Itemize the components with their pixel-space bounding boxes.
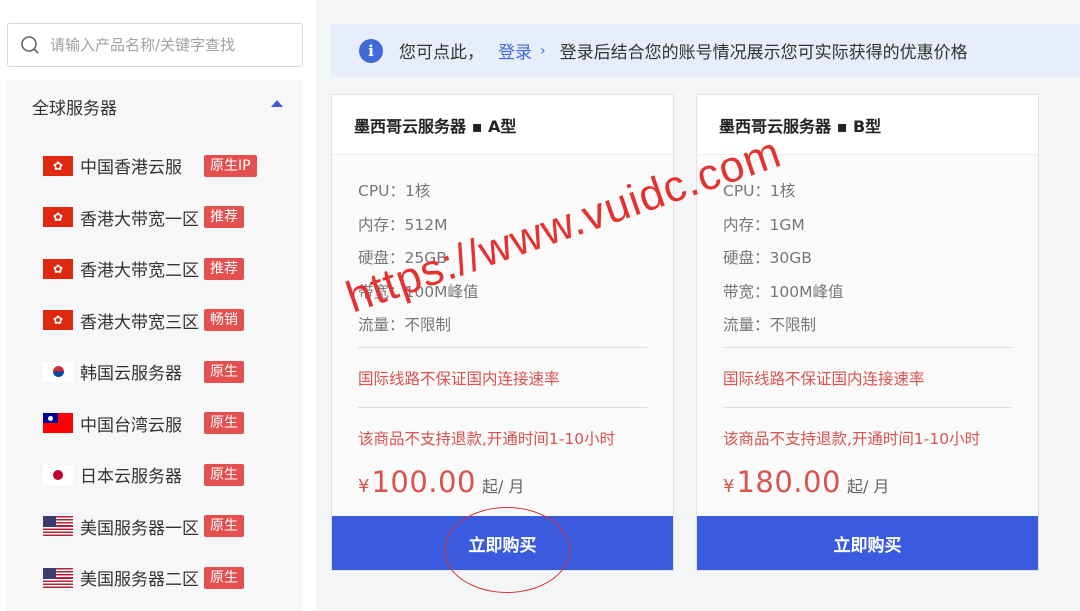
price-amount: 180.00 <box>736 465 841 499</box>
route-warning: 国际线路不保证国内连接速率 <box>358 370 560 388</box>
sidebar-item-badge: 原生 <box>204 360 244 383</box>
sidebar-item-badge: 原生 <box>204 463 244 486</box>
login-link[interactable]: 登录 <box>498 38 532 63</box>
spec-memory: 内存：1GM <box>723 215 805 234</box>
buy-now-button[interactable]: 立即购买 <box>697 516 1038 570</box>
collapse-caret-icon[interactable] <box>271 100 283 107</box>
divider <box>358 347 647 348</box>
price-amount: 100.00 <box>371 465 476 499</box>
spec-bandwidth: 带宽：100M峰值 <box>358 282 479 301</box>
info-icon: i <box>359 38 383 63</box>
sidebar-item-taiwan[interactable]: 中国台湾云服 原生 <box>43 398 283 450</box>
divider <box>723 407 1012 408</box>
price-unit: 起/ 月 <box>846 477 890 496</box>
divider <box>358 407 647 408</box>
sidebar-item-hk-bandwidth-3[interactable]: ✿ 香港大带宽三区 畅销 <box>43 295 283 347</box>
price-unit: 起/ 月 <box>481 477 525 496</box>
refund-notice: 该商品不支持退款,开通时间1-10小时 <box>723 430 981 448</box>
sidebar-item-badge: 推荐 <box>204 206 244 229</box>
spec-disk: 硬盘：25GB <box>358 249 447 267</box>
hong-kong-flag-icon: ✿ <box>43 155 73 176</box>
currency-symbol: ¥ <box>358 476 370 497</box>
category-panel: 全球服务器 ✿ 中国香港云服 原生IP ✿ 香港大带宽一区 推荐 ✿ 香港大带宽… <box>7 80 303 611</box>
search-box[interactable] <box>7 23 303 67</box>
category-title[interactable]: 全球服务器 <box>32 94 117 119</box>
currency-symbol: ¥ <box>723 476 735 497</box>
sidebar-item-badge: 原生IP <box>204 154 257 177</box>
sidebar-item-label: 香港大带宽二区 <box>80 261 199 282</box>
product-card-a: 墨西哥云服务器 ▪ A型 CPU：1核 内存：512M 硬盘：25GB 带宽：1… <box>331 94 674 571</box>
sidebar-item-label: 美国服务器一区 <box>80 518 199 539</box>
search-input[interactable] <box>50 36 290 54</box>
search-icon <box>21 36 39 54</box>
us-flag-icon <box>43 516 73 537</box>
japan-flag-icon <box>43 464 73 485</box>
page-root: 全球服务器 ✿ 中国香港云服 原生IP ✿ 香港大带宽一区 推荐 ✿ 香港大带宽… <box>0 0 1080 611</box>
product-card-b: 墨西哥云服务器 ▪ B型 CPU：1核 内存：1GM 硬盘：30GB 带宽：10… <box>696 94 1039 571</box>
sidebar-item-label: 美国服务器二区 <box>80 570 199 591</box>
sidebar-item-label: 韩国云服务器 <box>80 364 182 385</box>
login-notice-bar: i 您可点此， 登录 › 登录后结合您的账号情况展示您可实际获得的优惠价格 <box>331 24 1080 77</box>
hong-kong-flag-icon: ✿ <box>43 207 73 228</box>
sidebar-item-badge: 原生 <box>204 412 244 435</box>
buy-now-button[interactable]: 立即购买 <box>332 516 673 570</box>
sidebar-item-label: 日本云服务器 <box>80 467 182 488</box>
divider <box>723 347 1012 348</box>
chevron-right-icon[interactable]: › <box>540 43 546 59</box>
product-specs: CPU：1核 内存：1GM 硬盘：30GB 带宽：100M峰值 流量：不限制 国… <box>697 155 1038 517</box>
spec-bandwidth: 带宽：100M峰值 <box>723 282 844 301</box>
product-title: 墨西哥云服务器 ▪ A型 <box>332 95 673 155</box>
sidebar-item-label: 香港大带宽一区 <box>80 209 199 230</box>
spec-cpu: CPU：1核 <box>358 182 431 200</box>
sidebar-item-label: 中国香港云服 <box>80 158 182 179</box>
price: ¥ 180.00 起/ 月 <box>723 465 889 499</box>
sidebar-item-label: 香港大带宽三区 <box>80 312 199 333</box>
notice-message: 登录后结合您的账号情况展示您可实际获得的优惠价格 <box>559 43 968 63</box>
sidebar-item-us-2[interactable]: 美国服务器二区 原生 <box>43 552 283 604</box>
sidebar-item-us-1[interactable]: 美国服务器一区 原生 <box>43 501 283 553</box>
spec-traffic: 流量：不限制 <box>358 316 452 334</box>
sidebar-item-hk-bandwidth-1[interactable]: ✿ 香港大带宽一区 推荐 <box>43 192 283 244</box>
sidebar-item-hk-bandwidth-2[interactable]: ✿ 香港大带宽二区 推荐 <box>43 243 283 295</box>
product-specs: CPU：1核 内存：512M 硬盘：25GB 带宽：100M峰值 流量：不限制 … <box>332 155 673 517</box>
route-warning: 国际线路不保证国内连接速率 <box>723 370 925 388</box>
notice-prefix: 您可点此， <box>399 43 484 63</box>
us-flag-icon <box>43 567 73 588</box>
spec-cpu: CPU：1核 <box>723 182 796 200</box>
sidebar-item-japan[interactable]: 日本云服务器 原生 <box>43 449 283 501</box>
product-title: 墨西哥云服务器 ▪ B型 <box>697 95 1038 155</box>
sidebar-item-badge: 畅销 <box>204 309 244 332</box>
spec-disk: 硬盘：30GB <box>723 249 812 267</box>
korea-flag-icon <box>43 361 73 382</box>
sidebar-item-label: 中国台湾云服 <box>80 415 182 436</box>
sidebar-item-hk-cloud[interactable]: ✿ 中国香港云服 原生IP <box>43 140 283 192</box>
hong-kong-flag-icon: ✿ <box>43 310 73 331</box>
spec-memory: 内存：512M <box>358 215 448 234</box>
sidebar-item-korea[interactable]: 韩国云服务器 原生 <box>43 346 283 398</box>
sidebar-item-badge: 原生 <box>204 515 244 538</box>
hong-kong-flag-icon: ✿ <box>43 258 73 279</box>
refund-notice: 该商品不支持退款,开通时间1-10小时 <box>358 430 616 448</box>
sidebar-item-badge: 推荐 <box>204 257 244 280</box>
category-list: ✿ 中国香港云服 原生IP ✿ 香港大带宽一区 推荐 ✿ 香港大带宽二区 推荐 … <box>43 140 283 604</box>
sidebar: 全球服务器 ✿ 中国香港云服 原生IP ✿ 香港大带宽一区 推荐 ✿ 香港大带宽… <box>0 0 316 611</box>
price: ¥ 100.00 起/ 月 <box>358 465 524 499</box>
spec-traffic: 流量：不限制 <box>723 316 817 334</box>
taiwan-flag-icon <box>43 413 73 434</box>
sidebar-item-badge: 原生 <box>204 566 244 589</box>
